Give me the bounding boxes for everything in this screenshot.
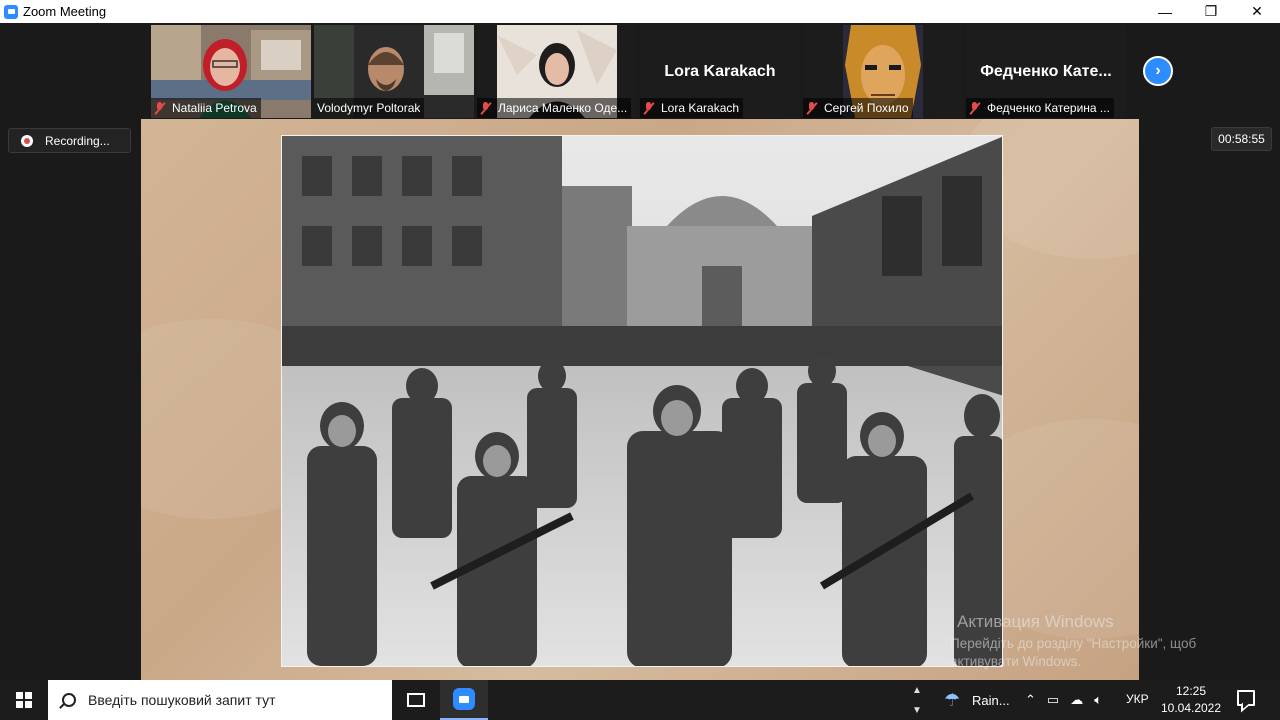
participant-name: Volodymyr Poltorak bbox=[317, 101, 421, 115]
participant-name: Lora Karakach bbox=[661, 101, 740, 115]
participant-name-bar: Федченко Катерина ... bbox=[966, 98, 1114, 118]
participant-name: Сергей Похило bbox=[824, 101, 909, 115]
mic-muted-icon bbox=[969, 101, 981, 115]
maximize-button[interactable]: ❐ bbox=[1188, 0, 1234, 23]
recording-label: Recording... bbox=[45, 133, 110, 148]
participant-tile[interactable]: Лариса Маленко Оде... bbox=[477, 25, 637, 118]
mic-muted-icon bbox=[480, 101, 492, 115]
participant-tile[interactable]: Сергей Похило bbox=[803, 25, 963, 118]
participant-tile[interactable]: Lora Karakach Lora Karakach bbox=[640, 25, 800, 118]
participant-name-bar: Сергей Похило bbox=[803, 98, 913, 118]
next-page-button[interactable]: › bbox=[1143, 56, 1173, 86]
chevron-up-icon[interactable]: ▲ bbox=[912, 685, 922, 696]
system-tray: ⌃ ▭ ☁ 🔈︎ bbox=[1025, 680, 1113, 720]
notifications-icon[interactable] bbox=[1237, 690, 1255, 706]
participant-tile-active-speaker[interactable]: Volodymyr Poltorak bbox=[314, 25, 474, 118]
windows-activation-text: Перейдіть до розділу "Настройки", щоб ак… bbox=[950, 636, 1197, 669]
recording-indicator[interactable]: Recording... bbox=[8, 128, 131, 153]
zoom-app-icon bbox=[4, 4, 18, 19]
volume-icon[interactable]: 🔈︎ bbox=[1094, 692, 1102, 708]
zoom-icon bbox=[453, 688, 475, 710]
shared-photo bbox=[281, 135, 1003, 667]
chevron-up-icon[interactable]: ⌃ bbox=[1025, 692, 1036, 708]
search-placeholder: Введіть пошуковий запит тут bbox=[88, 692, 276, 708]
weather-widget[interactable]: ☂ Rain... bbox=[944, 680, 1010, 720]
taskbar-clock[interactable]: 12:25 10.04.2022 bbox=[1158, 683, 1224, 717]
participant-name-bar: Лариса Маленко Оде... bbox=[477, 98, 632, 118]
shared-screen bbox=[141, 119, 1139, 680]
windows-activation-title: Активация Windows bbox=[957, 612, 1114, 631]
participant-name-bar: Volodymyr Poltorak bbox=[314, 98, 425, 118]
taskbar-scroll-arrows[interactable]: ▲ ▼ bbox=[908, 680, 926, 720]
search-icon bbox=[62, 693, 76, 707]
record-icon bbox=[21, 134, 33, 147]
window-title: Zoom Meeting bbox=[23, 4, 107, 19]
task-view-button[interactable] bbox=[392, 680, 440, 720]
participant-display-name: Lora Karakach bbox=[664, 63, 776, 80]
meeting-timer: 00:58:55 bbox=[1211, 127, 1272, 151]
start-button[interactable] bbox=[0, 680, 48, 720]
chevron-right-icon: › bbox=[1155, 62, 1161, 79]
participant-name: Nataliia Petrova bbox=[172, 101, 257, 115]
mic-muted-icon bbox=[806, 101, 818, 115]
close-button[interactable]: ✕ bbox=[1234, 0, 1280, 23]
participant-tile[interactable]: Федченко Кате... Федченко Катерина ... bbox=[966, 25, 1126, 118]
windows-logo-icon bbox=[16, 692, 32, 708]
participant-name-bar: Nataliia Petrova bbox=[151, 98, 261, 118]
umbrella-icon: ☂ bbox=[944, 690, 961, 710]
onedrive-cloud-icon[interactable]: ☁ bbox=[1070, 692, 1083, 708]
title-bar: Zoom Meeting — ❐ ✕ bbox=[0, 0, 1280, 23]
participant-display-name: Федченко Кате... bbox=[980, 63, 1112, 80]
input-language[interactable]: УКР bbox=[1126, 692, 1149, 706]
meeting-area: Nataliia Petrova Volodymyr Poltorak Лари… bbox=[0, 23, 1280, 680]
battery-icon[interactable]: ▭ bbox=[1047, 692, 1059, 708]
historical-photo-image bbox=[282, 136, 1002, 666]
clock-date: 10.04.2022 bbox=[1160, 701, 1222, 715]
mic-muted-icon bbox=[643, 101, 655, 115]
weather-label: Rain... bbox=[972, 692, 1010, 708]
mic-muted-icon bbox=[154, 101, 166, 115]
task-view-icon bbox=[407, 693, 425, 707]
participant-name: Лариса Маленко Оде... bbox=[498, 101, 628, 115]
taskbar-search-box[interactable]: Введіть пошуковий запит тут bbox=[48, 680, 392, 720]
zoom-taskbar-button[interactable] bbox=[440, 680, 488, 720]
participant-name-bar: Lora Karakach bbox=[640, 98, 744, 118]
minimize-button[interactable]: — bbox=[1142, 0, 1188, 23]
participant-name: Федченко Катерина ... bbox=[987, 101, 1110, 115]
participant-strip: Nataliia Petrova Volodymyr Poltorak Лари… bbox=[151, 25, 1129, 118]
clock-time: 12:25 bbox=[1175, 684, 1207, 698]
chevron-down-icon[interactable]: ▼ bbox=[912, 705, 922, 716]
participant-tile[interactable]: Nataliia Petrova bbox=[151, 25, 311, 118]
